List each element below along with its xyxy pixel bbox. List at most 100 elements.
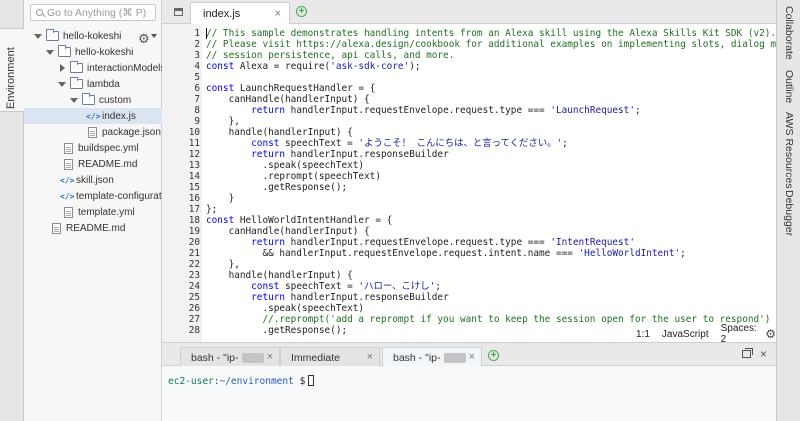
code-line: 6 const LaunchRequestHandler = {	[162, 83, 776, 94]
tree-item-custom[interactable]: custom	[24, 92, 162, 108]
tab-debugger[interactable]: Debugger	[783, 190, 795, 236]
terminal-prompt: ec2-user:~/environment $	[168, 375, 315, 387]
tree-item-template-configuration[interactable]: </> template-configuration	[24, 188, 175, 204]
terminal-tab-label: bash - "ip-	[393, 351, 441, 364]
code-line: 27 //.reprompt('add a reprompt if you wa…	[162, 314, 776, 325]
code-line: 18 const HelloWorldIntentHandler = {	[162, 215, 776, 226]
code-line: 26 .speak(speechText)	[162, 303, 776, 314]
folder-icon	[82, 93, 95, 105]
line-number: 1	[194, 28, 200, 39]
tree-item-lambda[interactable]: lambda	[24, 76, 162, 92]
tree-item-interactionmodels[interactable]: interactionModels	[24, 60, 166, 76]
code-line: 13 .speak(speechText)	[162, 160, 776, 171]
line-number: 28	[188, 325, 200, 336]
code-line: 4 const Alexa = require('ask-sdk-core');	[162, 61, 776, 72]
close-icon[interactable]: ×	[275, 8, 281, 20]
code-file-icon: </>	[60, 191, 75, 201]
tab-environment-label: Environment	[5, 47, 17, 109]
file-tree-panel: Go to Anything (⌘ P) ⚙ hello-kokeshi hel…	[24, 0, 175, 421]
tree-item-label: skill.json	[76, 174, 114, 186]
tab-index-js[interactable]: index.js ×	[190, 2, 290, 25]
file-icon	[64, 206, 73, 218]
code-editor[interactable]: 1 // This sample demonstrates handling in…	[162, 24, 776, 342]
line-number: 7	[194, 94, 200, 105]
folder-icon	[58, 45, 71, 57]
terminal-tab-immediate[interactable]: Immediate ×	[280, 347, 380, 367]
tab-collaborate[interactable]: Collaborate	[783, 6, 795, 60]
tree-item-readme-inner[interactable]: README.md	[24, 156, 162, 172]
code-line: 2 // Please visit https://alexa.design/co…	[162, 39, 776, 50]
folder-icon	[46, 29, 59, 41]
line-number: 9	[194, 116, 200, 127]
terminal-cursor	[308, 375, 315, 386]
tree-item-label: template-configuration	[76, 190, 175, 202]
code-text: return handlerInput.requestEnvelope.requ…	[251, 105, 641, 116]
text-cursor	[206, 28, 207, 39]
indent-setting[interactable]: Spaces: 2	[721, 323, 760, 342]
language-mode[interactable]: JavaScript	[662, 329, 709, 340]
terminal-tab-bash-2[interactable]: bash - "ip- ×	[382, 347, 482, 367]
code-text: const HelloWorldIntentHandler = {	[206, 215, 393, 226]
tab-menu-icon[interactable]	[174, 8, 183, 16]
tab-environment[interactable]: Environment	[0, 28, 24, 112]
file-icon	[88, 126, 97, 138]
tree-item-label: package.json	[102, 126, 161, 138]
tree-item-package-json[interactable]: package.json	[24, 124, 162, 140]
chevron-right-icon[interactable]	[58, 64, 66, 72]
line-number: 18	[188, 215, 200, 226]
chevron-down-icon[interactable]	[58, 80, 66, 88]
maximize-icon[interactable]	[742, 348, 753, 358]
code-text: return handlerInput.responseBuilder	[251, 292, 449, 303]
code-file-icon: </>	[86, 111, 101, 121]
code-line: 10 handle(handlerInput) {	[162, 127, 776, 138]
tree-item-label: interactionModels	[87, 62, 166, 74]
tab-outline[interactable]: Outline	[783, 70, 795, 103]
tree-item-hello-kokeshi-root[interactable]: hello-kokeshi	[24, 28, 162, 44]
gear-icon[interactable]: ⚙	[765, 327, 776, 341]
code-line: 9 },	[162, 116, 776, 127]
close-icon[interactable]: ×	[469, 351, 475, 363]
line-number: 22	[188, 259, 200, 270]
code-text: && handlerInput.requestEnvelope.request.…	[206, 248, 686, 259]
terminal[interactable]: ec2-user:~/environment $	[162, 366, 776, 421]
editor-tab-bar: index.js × +	[162, 0, 776, 25]
cursor-position[interactable]: 1:1	[636, 329, 650, 340]
code-text: }	[206, 193, 235, 204]
add-terminal-icon[interactable]: +	[488, 350, 499, 361]
close-icon[interactable]: ×	[267, 351, 273, 363]
redacted-hostname	[241, 352, 264, 363]
goto-anything-input[interactable]: Go to Anything (⌘ P)	[30, 4, 156, 21]
tree-item-hello-kokeshi[interactable]: hello-kokeshi	[24, 44, 162, 60]
chevron-down-icon[interactable]	[70, 96, 78, 104]
code-text: .reprompt(speechText)	[206, 171, 381, 182]
line-number: 26	[188, 303, 200, 314]
tree-item-template-yml[interactable]: template.yml	[24, 204, 162, 220]
tree-item-readme-root[interactable]: README.md	[24, 220, 162, 236]
close-icon[interactable]: ×	[760, 347, 767, 361]
chevron-down-icon[interactable]	[46, 48, 54, 56]
tab-aws-resources[interactable]: AWS Resources	[783, 112, 795, 189]
line-number: 3	[194, 50, 200, 61]
tab-index-js-label: index.js	[203, 8, 241, 20]
add-tab-icon[interactable]: +	[296, 6, 307, 17]
code-text: .getResponse();	[206, 325, 348, 336]
terminal-tab-bash-1[interactable]: bash - "ip- ×	[180, 347, 280, 367]
file-icon	[52, 222, 61, 234]
code-text: // session persistence, api calls, and m…	[206, 50, 455, 61]
code-text: canHandle(handlerInput) {	[206, 226, 370, 237]
line-number: 13	[188, 160, 200, 171]
prompt-symbol: $	[293, 376, 306, 387]
tree-item-index-js[interactable]: </> index.js	[24, 108, 162, 124]
code-text: .getResponse();	[206, 182, 348, 193]
line-number: 21	[188, 248, 200, 259]
editor-status-bar: 1:1 JavaScript Spaces: 2 ⚙	[632, 323, 776, 342]
tree-item-label: buildspec.yml	[78, 142, 139, 154]
folder-icon	[70, 77, 83, 89]
close-icon[interactable]: ×	[367, 351, 373, 363]
chevron-down-icon[interactable]	[34, 32, 42, 40]
tree-item-skill-json[interactable]: </> skill.json	[24, 172, 162, 188]
folder-icon	[70, 61, 83, 73]
line-number: 17	[188, 204, 200, 215]
tree-item-buildspec[interactable]: buildspec.yml	[24, 140, 162, 156]
line-number: 5	[194, 72, 200, 83]
